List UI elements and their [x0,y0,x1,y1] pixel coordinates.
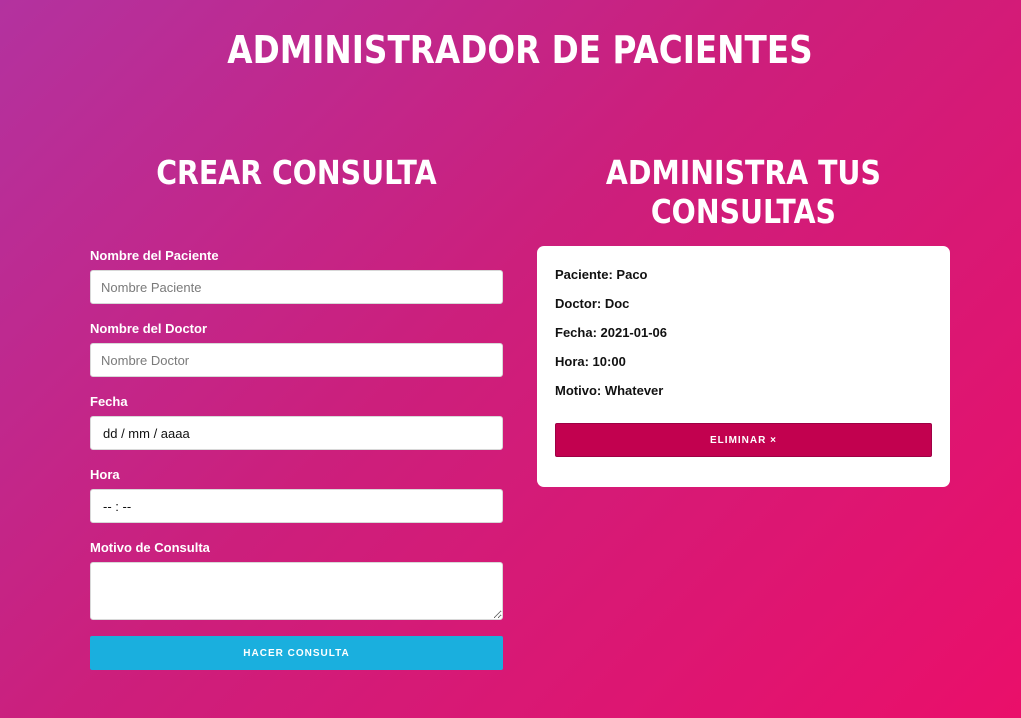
manage-appointments-title: ADMINISTRA TUS CONSULTAS [605,153,881,231]
reason-textarea[interactable] [90,562,503,620]
appointment-patient: Paciente: Paco [555,267,648,282]
appointment-time: Hora: 10:00 [555,354,626,369]
delete-appointment-button[interactable]: ELIMINAR × [555,423,932,457]
time-input[interactable]: -- : -- [90,489,503,523]
create-appointment-title: CREAR CONSULTA [156,153,437,192]
date-label: Fecha [90,394,128,409]
appointment-doctor: Doctor: Doc [555,296,630,311]
date-input[interactable]: dd / mm / aaaa [90,416,503,450]
time-input-placeholder: -- : -- [103,498,132,514]
appointment-reason: Motivo: Whatever [555,383,664,398]
time-label: Hora [90,467,120,482]
page-title: ADMINISTRADOR DE PACIENTES [227,28,813,72]
doctor-name-input[interactable] [90,343,503,377]
appointment-form: Nombre del Paciente Nombre del Doctor Fe… [90,248,503,670]
doctor-name-label: Nombre del Doctor [90,321,208,336]
patient-name-label: Nombre del Paciente [90,248,219,263]
appointment-card: Paciente: Paco Doctor: Doc Fecha: 2021-0… [537,246,950,487]
patient-name-input[interactable] [90,270,503,304]
appointment-date: Fecha: 2021-01-06 [555,325,668,340]
reason-label: Motivo de Consulta [90,540,210,555]
submit-appointment-button[interactable]: HACER CONSULTA [90,636,503,670]
date-input-placeholder: dd / mm / aaaa [103,425,190,441]
